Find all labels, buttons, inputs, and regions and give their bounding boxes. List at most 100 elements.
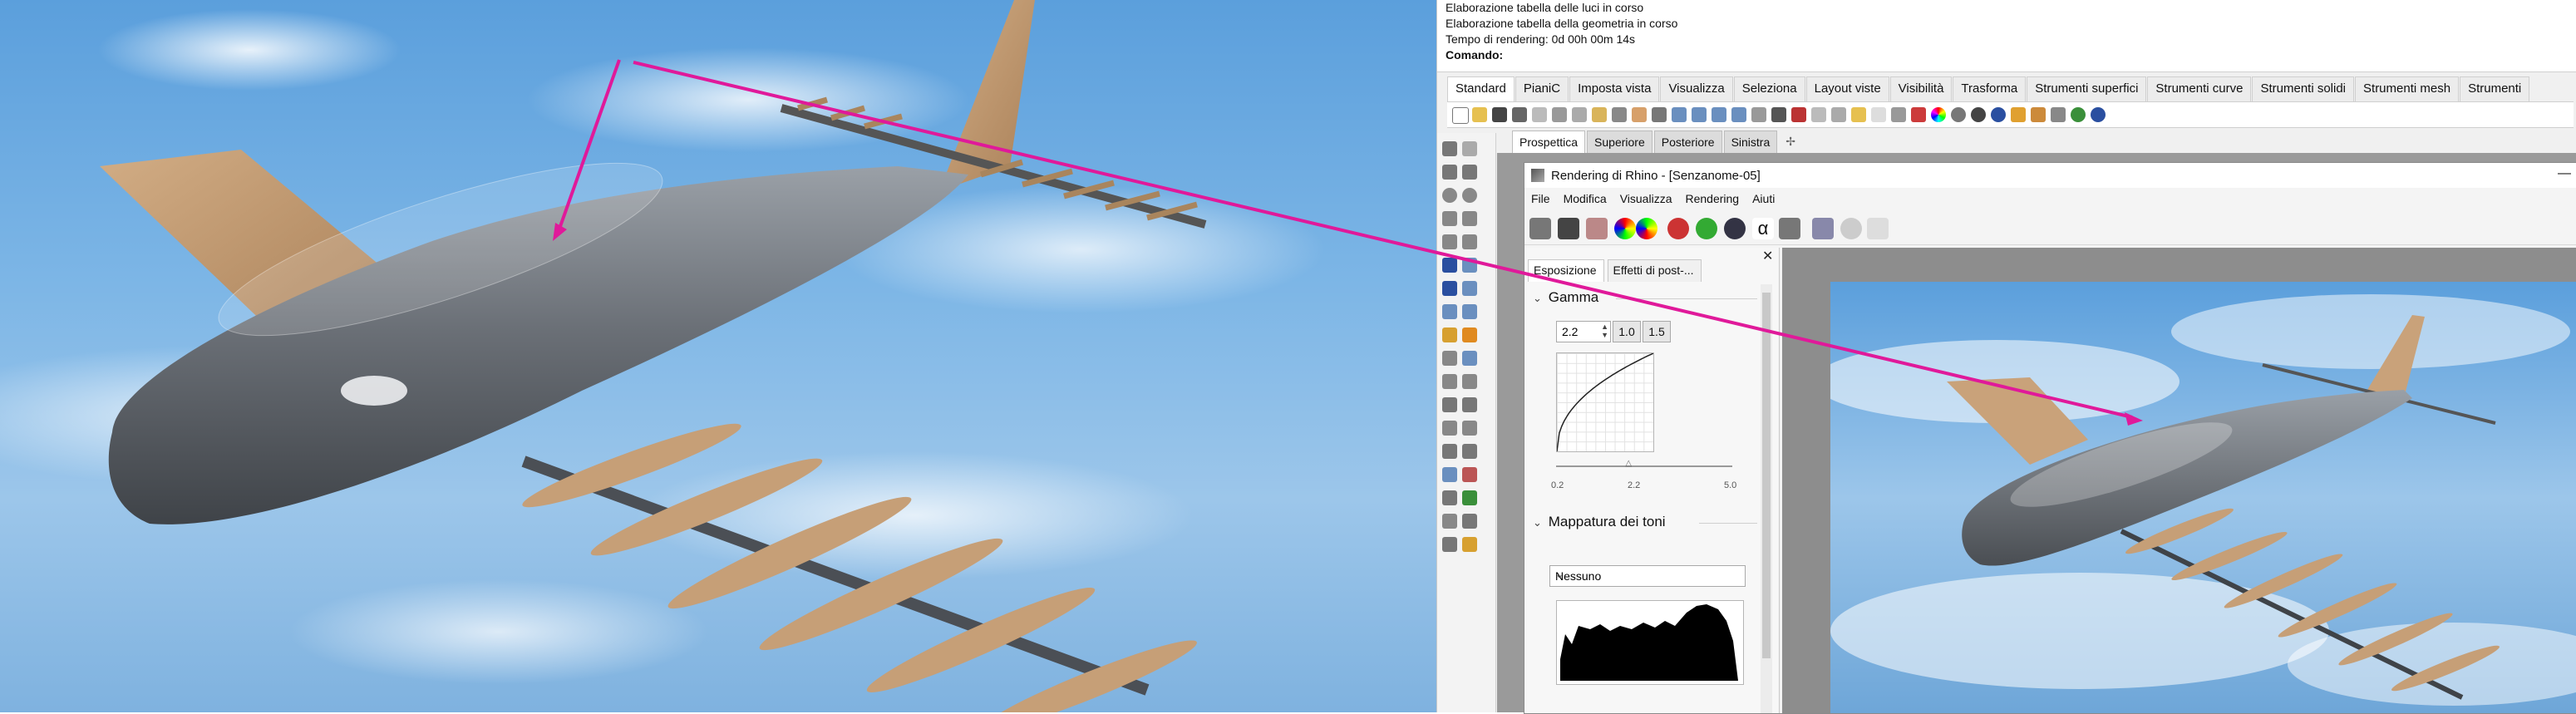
rotate-icon[interactable] <box>1442 444 1457 459</box>
polyline-icon[interactable] <box>1442 165 1457 180</box>
mirror-icon[interactable] <box>1462 467 1477 482</box>
copy-icon[interactable] <box>1572 107 1587 122</box>
gamma-slider[interactable]: △ <box>1556 460 1732 468</box>
spin-up-icon[interactable]: ▲ <box>1601 323 1608 331</box>
new-file-icon[interactable] <box>1452 107 1469 124</box>
menu-file[interactable]: File <box>1524 190 1557 209</box>
ellipse-icon[interactable] <box>1462 188 1477 203</box>
gamma-spinner[interactable]: ▲ ▼ <box>1601 323 1608 339</box>
render-settings-icon[interactable] <box>1529 218 1551 239</box>
green-channel-icon[interactable] <box>1696 218 1717 239</box>
osnap-icon[interactable] <box>1831 107 1846 122</box>
options-icon[interactable] <box>2031 107 2046 122</box>
tab-strumenti-curve[interactable]: Strumenti curve <box>2147 76 2252 102</box>
panel-scrollbar[interactable] <box>1761 284 1772 713</box>
circle-icon[interactable] <box>1442 188 1457 203</box>
tab-strumenti-superfici[interactable]: Strumenti superfici <box>2027 76 2147 102</box>
color-wheel-icon[interactable] <box>1931 107 1946 122</box>
solid-tools-icon[interactable] <box>1462 281 1477 296</box>
zoom-icon[interactable] <box>1672 107 1687 122</box>
layers-icon[interactable] <box>1911 107 1926 122</box>
trim-icon[interactable] <box>1442 351 1457 366</box>
tab-esposizione[interactable]: Esposizione <box>1528 259 1604 282</box>
cut-icon[interactable] <box>1552 107 1567 122</box>
polygon-icon[interactable] <box>1442 234 1457 249</box>
collapse-chevron-icon[interactable]: ⌄ <box>1533 516 1544 529</box>
menu-visualizza[interactable]: Visualizza <box>1613 190 1679 209</box>
analyze-icon[interactable] <box>1442 514 1457 529</box>
cube-icon[interactable] <box>1779 218 1800 239</box>
light-bulb-icon[interactable] <box>1871 107 1886 122</box>
text-icon[interactable] <box>1442 537 1457 552</box>
tab-imposta-vista[interactable]: Imposta vista <box>1569 76 1660 102</box>
menu-modifica[interactable]: Modifica <box>1557 190 1613 209</box>
gamma-preset-1-0-button[interactable]: 1.0 <box>1613 321 1641 342</box>
select-icon[interactable] <box>1851 107 1866 122</box>
point-icon[interactable] <box>1462 141 1477 156</box>
zoom-selected-icon[interactable] <box>1731 107 1746 122</box>
render-sphere-icon[interactable] <box>1971 107 1986 122</box>
slider-knob-icon[interactable]: △ <box>1625 460 1633 468</box>
pan-hand-icon[interactable] <box>1632 107 1647 122</box>
add-viewport-icon[interactable]: ✢ <box>1779 130 1802 152</box>
print-icon[interactable] <box>1512 107 1527 122</box>
tab-visibilita[interactable]: Visibilità <box>1889 76 1953 102</box>
zoom-extents-icon[interactable] <box>1712 107 1726 122</box>
undo-view-icon[interactable] <box>1751 107 1766 122</box>
dimension-icon[interactable] <box>2051 107 2066 122</box>
alpha-channel-icon[interactable]: α <box>1752 218 1774 239</box>
open-folder-icon[interactable] <box>1472 107 1487 122</box>
tab-effetti-post[interactable]: Effetti di post-... <box>1607 259 1702 282</box>
magic-wand-icon[interactable] <box>1812 218 1834 239</box>
tab-standard[interactable]: Standard <box>1447 76 1515 102</box>
tab-pianic[interactable]: PianiC <box>1515 76 1569 102</box>
tab-superiore[interactable]: Superiore <box>1587 130 1652 153</box>
four-viewports-icon[interactable] <box>1771 107 1786 122</box>
surface-tools-icon[interactable] <box>1462 258 1477 273</box>
grid-icon[interactable] <box>1442 490 1457 505</box>
rgb-channel-icon[interactable] <box>1614 218 1636 239</box>
check-icon[interactable] <box>1462 490 1477 505</box>
save-render-icon[interactable] <box>1558 218 1579 239</box>
scale-icon[interactable] <box>1462 444 1477 459</box>
stop-icon[interactable] <box>1840 218 1862 239</box>
menu-rendering[interactable]: Rendering <box>1678 190 1746 209</box>
rectangle-icon[interactable] <box>1462 211 1477 226</box>
tab-layout-viste[interactable]: Layout viste <box>1805 76 1889 102</box>
tone-mapping-section-header[interactable]: ⌄ Mappatura dei toni <box>1533 514 1757 530</box>
paste-icon[interactable] <box>1592 107 1607 122</box>
curve-icon[interactable] <box>1462 165 1477 180</box>
undo-icon[interactable] <box>1612 107 1627 122</box>
export-icon[interactable] <box>1532 107 1547 122</box>
tab-strumenti-solidi[interactable]: Strumenti solidi <box>2252 76 2355 102</box>
move-icon[interactable] <box>1442 421 1457 436</box>
scrollbar-thumb[interactable] <box>1762 293 1771 658</box>
tab-seleziona[interactable]: Seleziona <box>1733 76 1805 102</box>
render-window-titlebar[interactable]: Rendering di Rhino - [Senzanome-05] — <box>1524 163 2576 188</box>
tab-strumenti[interactable]: Strumenti <box>2460 76 2530 102</box>
pause-icon[interactable] <box>1867 218 1889 239</box>
zoom-window-icon[interactable] <box>1692 107 1707 122</box>
tab-posteriore[interactable]: Posteriore <box>1653 130 1722 153</box>
copy-render-icon[interactable] <box>1586 218 1608 239</box>
arc-icon[interactable] <box>1442 211 1457 226</box>
spin-down-icon[interactable]: ▼ <box>1601 331 1608 339</box>
dimension-tool-icon[interactable] <box>1462 514 1477 529</box>
save-icon[interactable] <box>1492 107 1507 122</box>
tone-mapping-select[interactable]: Nessuno ⌄ <box>1549 565 1746 587</box>
tab-visualizza[interactable]: Visualizza <box>1660 76 1733 102</box>
join-icon[interactable] <box>1442 374 1457 389</box>
group-icon[interactable] <box>1462 374 1477 389</box>
rotate-view-icon[interactable] <box>1652 107 1667 122</box>
globe-icon[interactable] <box>2071 107 2086 122</box>
help-icon[interactable] <box>2091 107 2106 122</box>
render-icon[interactable] <box>2011 107 2026 122</box>
panel-close-button[interactable]: ✕ <box>1762 248 1773 264</box>
curve-tools-icon[interactable] <box>1462 234 1477 249</box>
color-adjust-icon[interactable] <box>1636 218 1657 239</box>
solid-box-icon[interactable] <box>1442 281 1457 296</box>
shade-sphere-icon[interactable] <box>1951 107 1966 122</box>
gamma-value-input[interactable]: 2.2 ▲ ▼ <box>1556 321 1611 342</box>
tab-prospettica[interactable]: Prospettica <box>1512 130 1586 153</box>
tab-strumenti-mesh[interactable]: Strumenti mesh <box>2355 76 2460 102</box>
